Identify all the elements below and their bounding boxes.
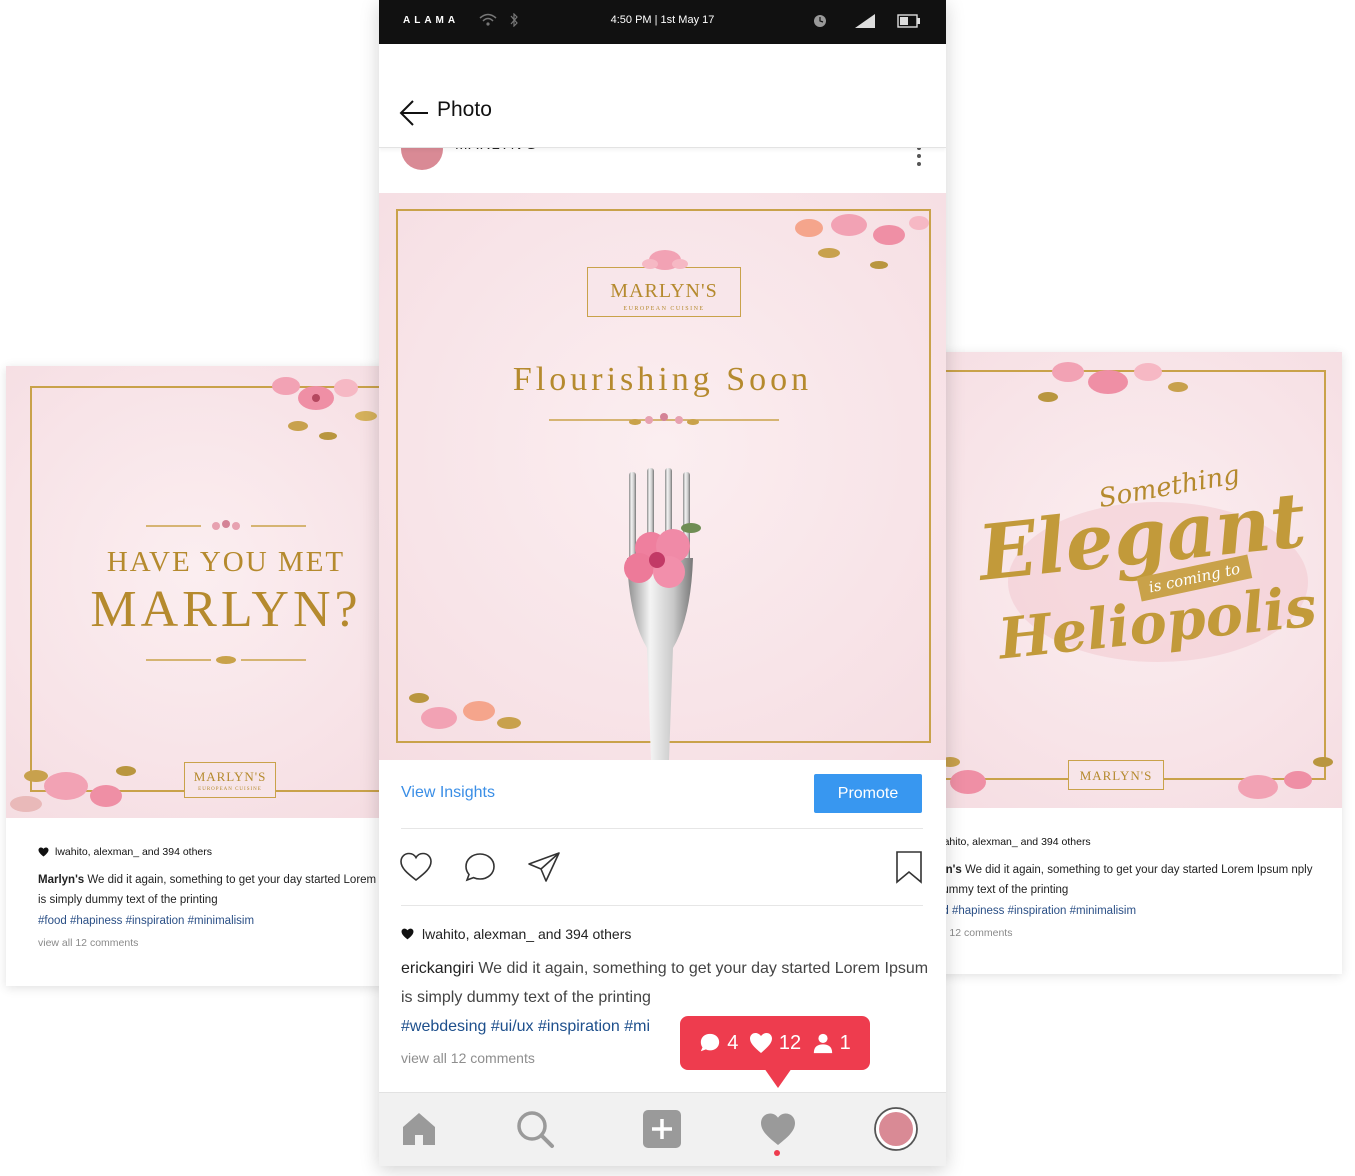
logo-subtext: EUROPEAN CUISINE: [198, 787, 262, 792]
fork-illustration: [624, 468, 701, 760]
post-actions: [379, 830, 946, 906]
author-name[interactable]: erickangiri: [401, 960, 474, 977]
flower-decoration: [272, 377, 377, 440]
caption-text: We did it again, something to get your d…: [38, 874, 377, 906]
flower-decoration: [795, 214, 929, 269]
notif-likes: 12: [749, 1032, 801, 1055]
phone-screen: ALAMA 4:50 PM | 1st May 17 Photo MARLYN'…: [379, 0, 946, 1166]
clock-icon: [814, 15, 826, 27]
page-title: Photo: [437, 98, 492, 121]
ornament: [549, 413, 779, 425]
signal-icon: [855, 14, 875, 28]
hashtags[interactable]: od #hapiness #inspiration #minimalisim: [938, 905, 1336, 917]
author-name[interactable]: Marlyn's: [38, 874, 84, 886]
home-icon[interactable]: [399, 1109, 439, 1149]
view-comments-link[interactable]: all 12 comments: [938, 927, 1336, 939]
heart-icon: [38, 847, 49, 857]
app-header: Photo: [379, 44, 946, 148]
bottom-tab-bar: [379, 1092, 946, 1166]
notification-pointer: [764, 1068, 792, 1088]
likes-line: lwahito, alexman_ and 394 others: [38, 846, 386, 858]
logo-badge: MARLYN'S EUROPEAN CUISINE: [587, 250, 741, 317]
likes-text[interactable]: lwahito, alexman_ and 394 others: [55, 846, 212, 858]
divider: [401, 905, 923, 906]
flower-decoration: [10, 766, 136, 812]
comment-icon: [701, 1033, 720, 1052]
notif-likes-count: 12: [778, 1031, 802, 1054]
logo-text: MARLYN'S: [193, 769, 267, 784]
activity-notification[interactable]: 4 12 1: [680, 1016, 870, 1070]
ornament: [146, 656, 306, 664]
caption: lyn's We did it again, something to get …: [938, 860, 1336, 900]
likes-line: lwahito, alexman_ and 394 others: [401, 926, 931, 942]
right-post-card: Something Elegant is coming to Heliopoli…: [938, 352, 1342, 974]
search-icon[interactable]: [515, 1109, 555, 1149]
caption: erickangiri We did it again, something t…: [401, 954, 931, 1012]
left-post-card: HAVE YOU MET MARLYN? MARLYN'S EUROPEAN C…: [6, 366, 386, 986]
activity-heart-icon[interactable]: [758, 1109, 798, 1149]
logo-badge: MARLYN'S: [1068, 760, 1164, 790]
notif-followers-count: 1: [839, 1031, 851, 1054]
activity-indicator-dot: [774, 1150, 780, 1156]
heart-icon: [401, 928, 414, 940]
headline: Flourishing Soon: [512, 361, 813, 398]
battery-icon: [897, 14, 920, 28]
view-insights-link[interactable]: View Insights: [401, 784, 495, 802]
likes-text[interactable]: wahito, alexman_ and 394 others: [938, 836, 1091, 848]
comment-icon[interactable]: [463, 850, 497, 884]
logo-badge: MARLYN'S EUROPEAN CUISINE: [184, 762, 276, 798]
flower-decoration: [409, 693, 521, 729]
status-bar: ALAMA 4:50 PM | 1st May 17: [379, 0, 946, 44]
hashtags[interactable]: #food #hapiness #inspiration #minimalisi…: [38, 915, 386, 927]
logo-text: MARLYN'S: [1079, 768, 1153, 783]
user-icon: [813, 1033, 832, 1054]
divider: [401, 828, 923, 829]
right-post-image: Something Elegant is coming to Heliopoli…: [938, 352, 1342, 808]
add-icon[interactable]: [642, 1109, 682, 1149]
right-post-meta: wahito, alexman_ and 394 others lyn's We…: [938, 836, 1336, 939]
likes-line: wahito, alexman_ and 394 others: [938, 836, 1336, 848]
caption-text: We did it again, something to get your d…: [938, 864, 1313, 896]
back-arrow-icon[interactable]: [399, 98, 429, 128]
left-post-meta: lwahito, alexman_ and 394 others Marlyn'…: [38, 846, 386, 949]
promote-button[interactable]: Promote: [814, 774, 922, 813]
notif-followers: 1: [812, 1032, 851, 1055]
promotion-row: View Insights Promote: [379, 760, 946, 830]
main-post-image[interactable]: MARLYN'S EUROPEAN CUISINE Flourishing So…: [379, 193, 946, 760]
notif-comments: 4: [699, 1032, 738, 1055]
art-line-1: HAVE YOU MET: [106, 546, 346, 578]
bookmark-icon[interactable]: [892, 850, 926, 884]
logo-subtext: EUROPEAN CUISINE: [623, 306, 705, 312]
ornament: [146, 520, 306, 530]
caption-text: We did it again, something to get your d…: [401, 960, 929, 1006]
view-comments-link[interactable]: view all 12 comments: [38, 937, 386, 949]
notif-comments-count: 4: [727, 1031, 739, 1054]
heart-icon: [749, 1033, 772, 1053]
likes-text[interactable]: lwahito, alexman_ and 394 others: [422, 926, 631, 942]
logo-text: MARLYN'S: [610, 280, 718, 302]
profile-icon[interactable]: [873, 1106, 919, 1152]
send-icon[interactable]: [527, 850, 561, 884]
art-line-2: MARLYN?: [90, 581, 362, 638]
heart-icon[interactable]: [399, 850, 433, 884]
caption: Marlyn's We did it again, something to g…: [38, 870, 386, 910]
logo-flower: [642, 250, 688, 270]
flower-decoration: [1038, 362, 1188, 402]
left-post-image: HAVE YOU MET MARLYN? MARLYN'S EUROPEAN C…: [6, 366, 386, 818]
